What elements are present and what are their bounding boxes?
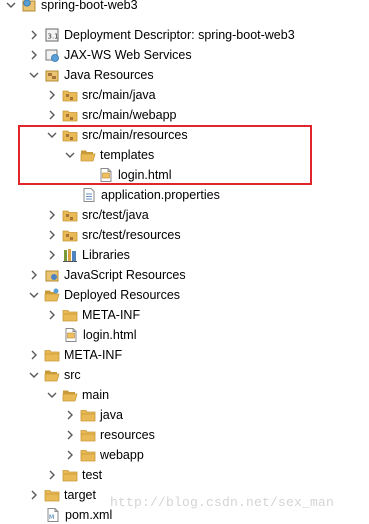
tree-node-src-main-webapp[interactable]: src/main/webapp: [45, 105, 177, 125]
tree-node-java-resources[interactable]: Java Resources: [27, 65, 154, 85]
tree-node-label: spring-boot-web3: [41, 0, 138, 12]
tree-node-deployed-resources[interactable]: Deployed Resources: [27, 285, 180, 305]
source-folder-icon: [62, 227, 78, 243]
tree-node-label: login.html: [83, 328, 137, 342]
chevron-right-icon[interactable]: [45, 85, 59, 105]
project-explorer-tree: spring-boot-web3 3.1 Deployment Descript…: [0, 0, 369, 524]
folder-icon: [62, 467, 78, 483]
watermark: http://blog.csdn.net/sex_man: [110, 495, 335, 510]
tree-node-label: Java Resources: [64, 68, 154, 82]
svg-text:3.1: 3.1: [48, 33, 59, 41]
tree-node-javascript-resources[interactable]: JavaScript Resources: [27, 265, 186, 285]
deployed-resources-icon: [44, 287, 60, 303]
xml-file-icon: M: [45, 507, 61, 523]
tree-node-src-test-java[interactable]: src/test/java: [45, 205, 149, 225]
tree-node-spring-boot-web3[interactable]: spring-boot-web3: [4, 0, 138, 15]
web-services-icon: [44, 47, 60, 63]
properties-file-icon: [81, 187, 97, 203]
tree-node-label: JAX-WS Web Services: [64, 48, 192, 62]
tree-node-label: Deployed Resources: [64, 288, 181, 302]
tree-node-label: src/main/java: [82, 88, 156, 102]
source-folder-icon: [62, 207, 78, 223]
tree-node-label: src/main/webapp: [82, 108, 177, 122]
chevron-down-icon[interactable]: [27, 285, 41, 305]
chevron-right-icon[interactable]: [45, 305, 59, 325]
chevron-right-icon[interactable]: [45, 225, 59, 245]
folder-icon: [80, 407, 96, 423]
chevron-right-icon[interactable]: [27, 25, 41, 45]
chevron-down-icon[interactable]: [45, 385, 59, 405]
chevron-right-icon[interactable]: [45, 465, 59, 485]
html-file-icon: [63, 327, 79, 343]
source-folder-icon: [62, 87, 78, 103]
svg-text:M: M: [49, 514, 54, 521]
folder-icon: [44, 487, 60, 503]
chevron-right-icon[interactable]: [63, 405, 77, 425]
folder-icon: [80, 447, 96, 463]
tree-node-main[interactable]: main: [45, 385, 109, 405]
chevron-right-icon[interactable]: [63, 445, 77, 465]
java-resources-icon: [44, 67, 60, 83]
web-project-icon: [21, 0, 37, 13]
tree-node-label: test: [82, 468, 103, 482]
folder-icon: [80, 427, 96, 443]
deployment-descriptor-icon: 3.1: [44, 27, 60, 43]
tree-node-deployment-descriptor[interactable]: 3.1 Deployment Descriptor: spring-boot-w…: [27, 25, 295, 45]
tree-node-libraries[interactable]: Libraries: [45, 245, 130, 265]
tree-node-label: target: [64, 488, 96, 502]
tree-node-pom-xml[interactable]: M pom.xml: [45, 505, 112, 524]
javascript-resources-icon: [44, 267, 60, 283]
chevron-right-icon[interactable]: [27, 485, 41, 505]
tree-node-label: src: [64, 368, 81, 382]
tree-node-label: resources: [100, 428, 155, 442]
tree-node-jax-ws-web-services[interactable]: JAX-WS Web Services: [27, 45, 192, 65]
chevron-down-icon[interactable]: [4, 0, 18, 15]
chevron-down-icon[interactable]: [27, 365, 41, 385]
tree-node-label: src/test/java: [82, 208, 149, 222]
tree-node-src-main-java[interactable]: src/main/java: [45, 85, 156, 105]
chevron-right-icon[interactable]: [45, 105, 59, 125]
tree-node-webapp[interactable]: webapp: [63, 445, 144, 465]
chevron-right-icon[interactable]: [27, 265, 41, 285]
folder-icon: [44, 347, 60, 363]
tree-node-label: main: [82, 388, 110, 402]
tree-node-label: pom.xml: [65, 508, 113, 522]
folder-open-icon: [44, 367, 60, 383]
chevron-down-icon[interactable]: [27, 65, 41, 85]
source-folder-icon: [62, 107, 78, 123]
tree-node-src-test-resources[interactable]: src/test/resources: [45, 225, 181, 245]
tree-node-label: JavaScript Resources: [64, 268, 186, 282]
tree-node-java[interactable]: java: [63, 405, 123, 425]
tree-node-label: META-INF: [64, 348, 123, 362]
chevron-right-icon[interactable]: [45, 245, 59, 265]
tree-node-label: application.properties: [101, 188, 220, 202]
libraries-icon: [62, 247, 78, 263]
tree-node-label: webapp: [100, 448, 144, 462]
tree-node-meta-inf[interactable]: META-INF: [45, 305, 140, 325]
tree-node-target[interactable]: target: [27, 485, 96, 505]
tree-node-meta-inf[interactable]: META-INF: [27, 345, 122, 365]
tree-node-application-properties[interactable]: application.properties: [81, 185, 220, 205]
chevron-right-icon[interactable]: [45, 205, 59, 225]
tree-node-label: Deployment Descriptor: spring-boot-web3: [64, 28, 295, 42]
tree-node-resources[interactable]: resources: [63, 425, 155, 445]
tree-node-login-html[interactable]: login.html: [63, 325, 137, 345]
chevron-right-icon[interactable]: [63, 425, 77, 445]
folder-icon: [62, 307, 78, 323]
tree-node-label: Libraries: [82, 248, 130, 262]
highlight-box: [18, 125, 312, 185]
tree-node-label: java: [100, 408, 123, 422]
tree-node-label: src/test/resources: [82, 228, 181, 242]
tree-node-test[interactable]: test: [45, 465, 102, 485]
tree-node-label: META-INF: [82, 308, 141, 322]
tree-node-src[interactable]: src: [27, 365, 81, 385]
chevron-right-icon[interactable]: [27, 345, 41, 365]
folder-open-icon: [62, 387, 78, 403]
chevron-right-icon[interactable]: [27, 45, 41, 65]
